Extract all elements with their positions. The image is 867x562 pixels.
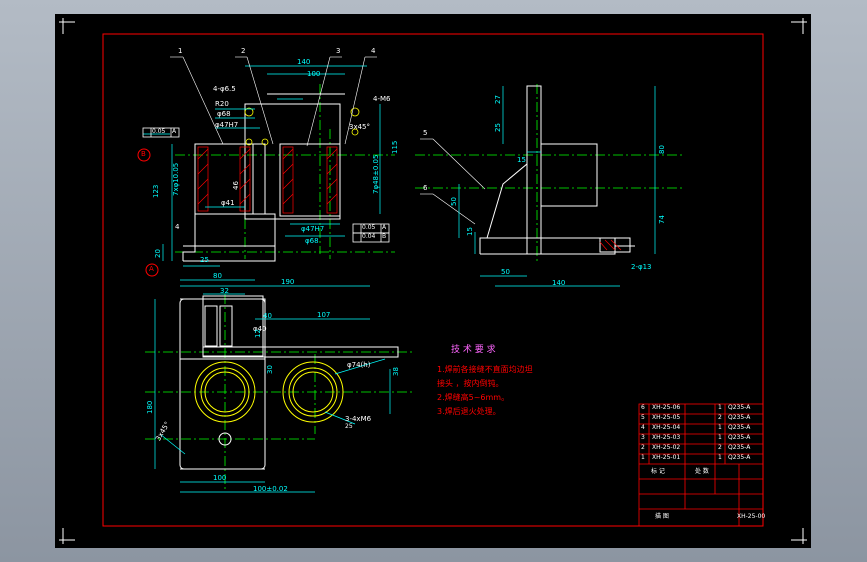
note-line-3: 2.焊缝高5~6mm。 xyxy=(437,393,510,402)
tb-row-1-mat: Q235-A xyxy=(728,414,751,421)
top-38: 38 xyxy=(392,367,400,376)
side-hole: 2-φ13 xyxy=(631,263,652,271)
dim-46: 46 xyxy=(232,181,240,190)
tol-d: 0.04 xyxy=(362,233,376,240)
top-12: 12 xyxy=(254,329,262,338)
balloon-6: 6 xyxy=(423,184,428,192)
dim-front-140: 140 xyxy=(297,58,311,66)
side-15: 15 xyxy=(517,156,526,164)
tb-row-5-qty: 1 xyxy=(718,454,722,461)
notes-title: 技 术 要 求 xyxy=(451,345,496,355)
note-line-2: 接头 ，按内倒钝。 xyxy=(437,379,504,388)
side-50b: 50 xyxy=(501,268,510,276)
hole-7: 7xφ10.05 xyxy=(172,162,180,196)
thread-note: 4-M6 xyxy=(373,95,391,103)
balloon-5: 5 xyxy=(423,129,428,137)
cad-viewport: 1 2 3 4 5 6 B A 140 100 4-φ6.5 R20 φ68 φ47H7 4-M6 3x45°… xyxy=(0,0,867,562)
tb-label-left: 标 记 xyxy=(651,468,665,475)
top-phi74: φ74(h) xyxy=(347,361,371,369)
dim-41: φ41 xyxy=(221,199,235,207)
tb-row-5-code: XH-25-01 xyxy=(652,454,681,461)
side-25: 25 xyxy=(494,123,502,132)
top-25: 25 xyxy=(345,423,353,430)
balloon-1: 1 xyxy=(178,47,183,55)
height-123: 123 xyxy=(152,184,160,198)
balloon-3: 3 xyxy=(336,47,341,55)
tb-row-2-no: 4 xyxy=(641,424,645,431)
side-140: 140 xyxy=(552,279,566,287)
tol-c: 0.05 xyxy=(362,224,376,231)
top-100: 100 xyxy=(213,474,227,482)
tol-a-ref: A xyxy=(172,128,177,135)
tb-row-4-qty: 2 xyxy=(718,444,722,451)
tol-c-ref: A xyxy=(382,224,387,231)
side-74: 74 xyxy=(658,215,666,224)
tb-row-5-mat: Q235-A xyxy=(728,454,751,461)
tb-row-1-no: 5 xyxy=(641,414,645,421)
height-20: 20 xyxy=(154,249,162,258)
tb-footer: 描 图 xyxy=(655,513,669,520)
phi47h7-b: φ47H7 xyxy=(301,225,325,233)
phi68: φ68 xyxy=(217,110,231,118)
top-190: 190 xyxy=(281,278,295,286)
drawing-canvas[interactable]: 1 2 3 4 5 6 B A 140 100 4-φ6.5 R20 φ68 φ47H7 4-M6 3x45°… xyxy=(55,14,811,548)
tb-label-mid: 处 数 xyxy=(695,468,709,475)
top-40: 40 xyxy=(263,312,272,320)
datum-a: A xyxy=(149,265,154,273)
tol-a: 0.05 xyxy=(152,128,166,135)
phi68-b: φ68 xyxy=(305,237,319,245)
tb-row-5-no: 1 xyxy=(641,454,645,461)
bore-right: 7φ48±0.05 xyxy=(372,154,380,194)
tb-row-2-qty: 1 xyxy=(718,424,722,431)
tb-row-0-qty: 1 xyxy=(718,404,722,411)
datum-b: B xyxy=(141,150,146,158)
note-line-1: 1.焊前各接缝不直面均边坦 xyxy=(437,365,533,374)
tb-row-4-code: XH-25-02 xyxy=(652,444,681,451)
side-80: 80 xyxy=(658,145,666,154)
side-15b: 15 xyxy=(466,227,474,236)
tol-d-ref: B xyxy=(382,233,387,240)
dim-4: 4 xyxy=(175,223,180,231)
chamfer: 3x45° xyxy=(349,123,371,131)
side-50: 50 xyxy=(450,197,458,206)
tb-drawing-no: XH-25-00 xyxy=(737,513,766,520)
top-thread: 3-4xM6 xyxy=(345,415,372,423)
tb-row-4-mat: Q235-A xyxy=(728,444,751,451)
tb-row-0-mat: Q235-A xyxy=(728,404,751,411)
tb-row-0-code: XH-25-06 xyxy=(652,404,681,411)
dim-115: 115 xyxy=(391,140,399,154)
note-line-4: 3.焊后退火处理。 xyxy=(437,407,501,416)
top-80: 80 xyxy=(213,272,222,280)
r20: R20 xyxy=(215,100,229,108)
tb-row-3-mat: Q235-A xyxy=(728,434,751,441)
balloon-2: 2 xyxy=(241,47,246,55)
tb-row-3-code: XH-25-03 xyxy=(652,434,681,441)
tb-row-0-no: 6 xyxy=(641,404,645,411)
top-chamfer: 3x45° xyxy=(154,420,172,443)
hole-note: 4-φ6.5 xyxy=(213,85,236,93)
label-layer: 1 2 3 4 5 6 B A 140 100 4-φ6.5 R20 φ68 φ47H7 4-M6 3x45°… xyxy=(55,14,811,548)
top-30: 30 xyxy=(266,365,274,374)
dim-front-100: 100 xyxy=(307,70,321,78)
tb-row-2-code: XH-25-04 xyxy=(652,424,681,431)
tb-row-1-qty: 2 xyxy=(718,414,722,421)
tb-row-1-code: XH-25-05 xyxy=(652,414,681,421)
top-107: 107 xyxy=(317,311,331,319)
phi47h7: φ47H7 xyxy=(215,121,239,129)
balloon-4: 4 xyxy=(371,47,376,55)
tb-row-4-no: 2 xyxy=(641,444,645,451)
tb-row-2-mat: Q235-A xyxy=(728,424,751,431)
top-100b: 100±0.02 xyxy=(253,485,288,493)
top-180: 180 xyxy=(146,400,154,414)
width-25: 25 xyxy=(200,256,209,264)
side-27: 27 xyxy=(494,95,502,104)
top-32: 32 xyxy=(220,287,229,295)
tb-row-3-qty: 1 xyxy=(718,434,722,441)
tb-row-3-no: 3 xyxy=(641,434,645,441)
